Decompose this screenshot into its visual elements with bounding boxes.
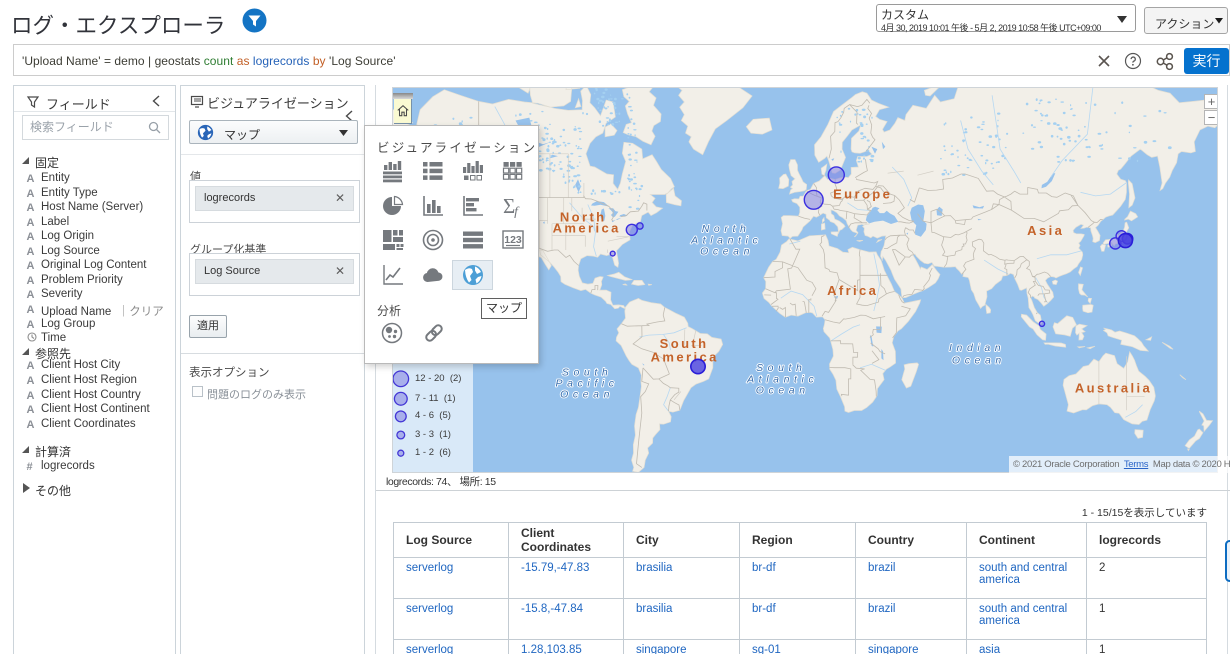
svg-text:f: f bbox=[514, 205, 520, 218]
svg-text:Ocean: Ocean bbox=[700, 245, 754, 257]
svg-text:Africa: Africa bbox=[827, 283, 878, 298]
svg-text:South: South bbox=[756, 362, 806, 374]
svg-text:Europe: Europe bbox=[833, 187, 892, 202]
svg-text:America: America bbox=[651, 350, 719, 365]
svg-text:123: 123 bbox=[504, 234, 522, 246]
svg-text:America: America bbox=[553, 220, 621, 235]
svg-text:Australia: Australia bbox=[1075, 381, 1152, 396]
svg-text:North: North bbox=[702, 223, 751, 235]
svg-text:Indian: Indian bbox=[949, 342, 1005, 354]
svg-text:Asia: Asia bbox=[1027, 223, 1064, 238]
svg-text:Ocean: Ocean bbox=[560, 389, 614, 401]
svg-text:Ocean: Ocean bbox=[756, 384, 810, 396]
svg-text:Ocean: Ocean bbox=[952, 355, 1006, 367]
